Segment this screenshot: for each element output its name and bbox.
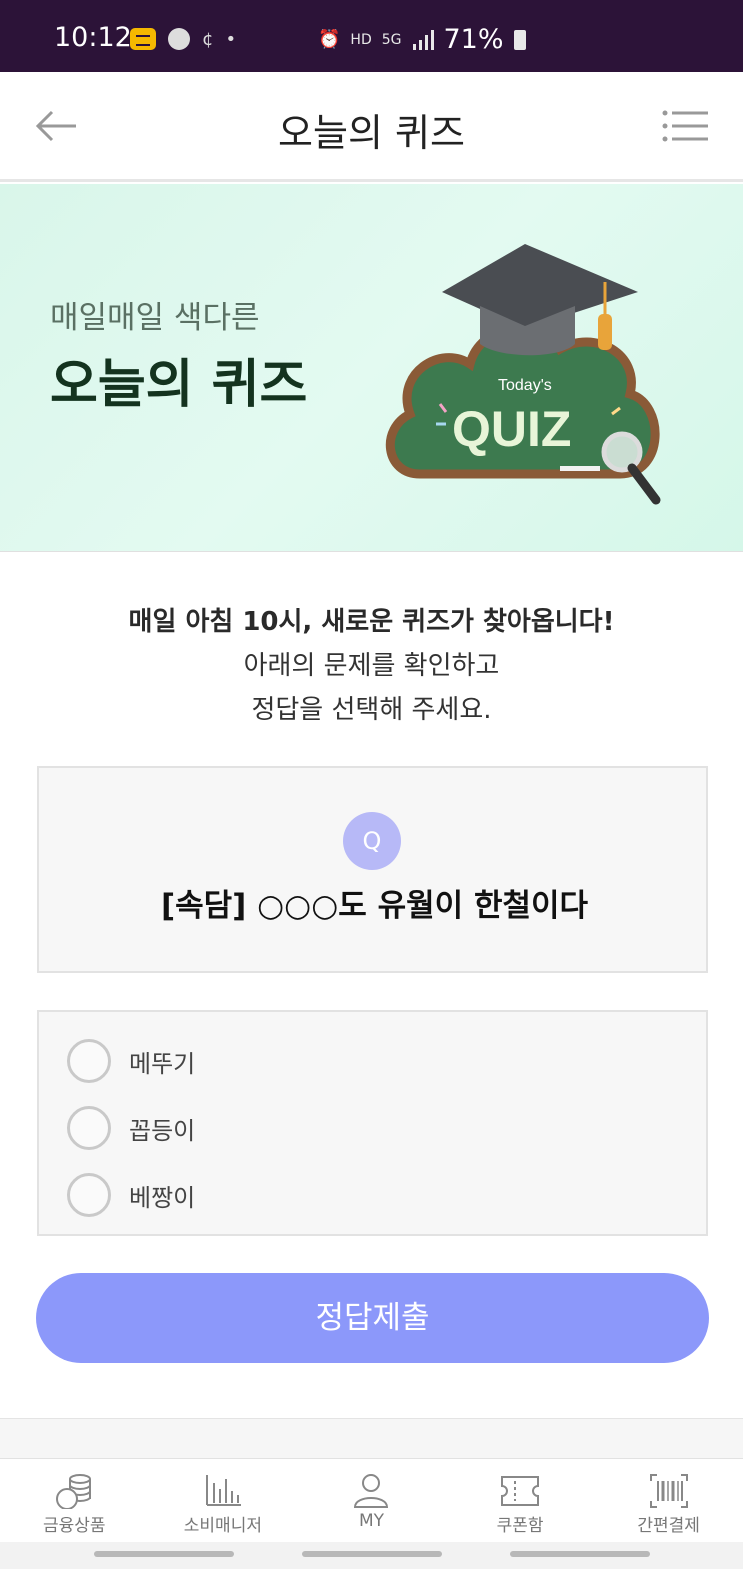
- nav-item-financial-products[interactable]: 금융상품: [0, 1459, 149, 1542]
- recent-apps-button[interactable]: [94, 1551, 234, 1557]
- menu-icon[interactable]: [662, 110, 708, 142]
- option-label: 꼽등이: [129, 1116, 196, 1145]
- dot-icon: •: [225, 28, 237, 50]
- nav-label: 간편결제: [637, 1516, 700, 1536]
- battery-icon: [513, 29, 526, 50]
- submit-answer-button[interactable]: 정답제출: [36, 1273, 709, 1363]
- coins-icon: [56, 1474, 92, 1509]
- page-title: 오늘의 퀴즈: [278, 111, 465, 155]
- bar-chart-icon: [205, 1475, 241, 1506]
- option-3[interactable]: 베짱이: [67, 1172, 195, 1218]
- person-icon: [354, 1474, 389, 1508]
- option-1[interactable]: 메뚜기: [67, 1038, 195, 1084]
- status-system-icons: ⏰ HD 5G 71%: [318, 24, 526, 55]
- settings-icon: [168, 28, 190, 50]
- nav-item-coupon-box[interactable]: 쿠폰함: [446, 1459, 595, 1542]
- radio-button[interactable]: [67, 1039, 111, 1083]
- intro-text: 매일 아침 10시, 새로운 퀴즈가 찾아옵니다! 아래의 문제를 확인하고 정…: [0, 600, 743, 732]
- question-text: [속담] ○○○도 유월이 한철이다: [160, 888, 589, 924]
- radio-button[interactable]: [67, 1106, 111, 1150]
- nav-label: 쿠폰함: [496, 1516, 544, 1536]
- option-2[interactable]: 꼽등이: [67, 1105, 195, 1151]
- option-label: 메뚜기: [129, 1049, 196, 1078]
- intro-line: 정답을 선택해 주세요.: [251, 695, 492, 725]
- art-big-text: QUIZ: [452, 401, 571, 457]
- alarm-icon: ⏰: [318, 29, 341, 50]
- bottom-nav: 금융상품 소비매니저 MY 쿠폰함 간편결제: [0, 1458, 743, 1542]
- answer-options: 메뚜기 꼽등이 베짱이: [37, 1010, 708, 1236]
- nav-item-easy-pay[interactable]: 간편결제: [594, 1459, 743, 1542]
- banner-subtitle: 매일매일 색다른: [50, 300, 260, 336]
- nav-label: MY: [358, 1511, 385, 1531]
- banner-title: 오늘의 퀴즈: [50, 355, 308, 415]
- status-notification-icons: ¢ •: [130, 28, 236, 50]
- message-icon: [130, 28, 156, 50]
- section-divider: [0, 1418, 743, 1458]
- quiz-illustration: Today's QUIZ: [385, 244, 661, 505]
- art-small-text: Today's: [498, 377, 552, 394]
- barcode-icon: [649, 1474, 688, 1508]
- system-navigation-bar: [0, 1542, 743, 1569]
- coin-icon: ¢: [202, 28, 214, 50]
- network-hd-label: HD: [350, 31, 372, 48]
- battery-percent: 71%: [443, 24, 504, 55]
- quiz-banner: 매일매일 색다른 오늘의 퀴즈 Today's QUIZ: [0, 184, 743, 552]
- app-header: 오늘의 퀴즈: [0, 72, 743, 182]
- ticket-icon: [501, 1476, 540, 1506]
- status-bar: 10:12 ¢ • ⏰ HD 5G 71%: [0, 0, 743, 72]
- network-5g-label: 5G: [381, 31, 402, 48]
- intro-headline: 매일 아침 10시, 새로운 퀴즈가 찾아옵니다!: [128, 607, 615, 637]
- nav-item-my[interactable]: MY: [297, 1459, 446, 1542]
- signal-icon: [412, 29, 434, 50]
- question-badge: Q: [343, 812, 401, 870]
- nav-label: 소비매니저: [183, 1516, 262, 1536]
- option-label: 베짱이: [129, 1183, 196, 1212]
- question-card: Q [속담] ○○○도 유월이 한철이다: [37, 766, 708, 973]
- nav-label: 금융상품: [43, 1516, 106, 1536]
- intro-line: 아래의 문제를 확인하고: [243, 651, 500, 681]
- back-button[interactable]: [510, 1551, 650, 1557]
- nav-item-spending-manager[interactable]: 소비매니저: [149, 1459, 298, 1542]
- radio-button[interactable]: [67, 1173, 111, 1217]
- home-button[interactable]: [302, 1551, 442, 1557]
- status-time: 10:12: [54, 22, 132, 53]
